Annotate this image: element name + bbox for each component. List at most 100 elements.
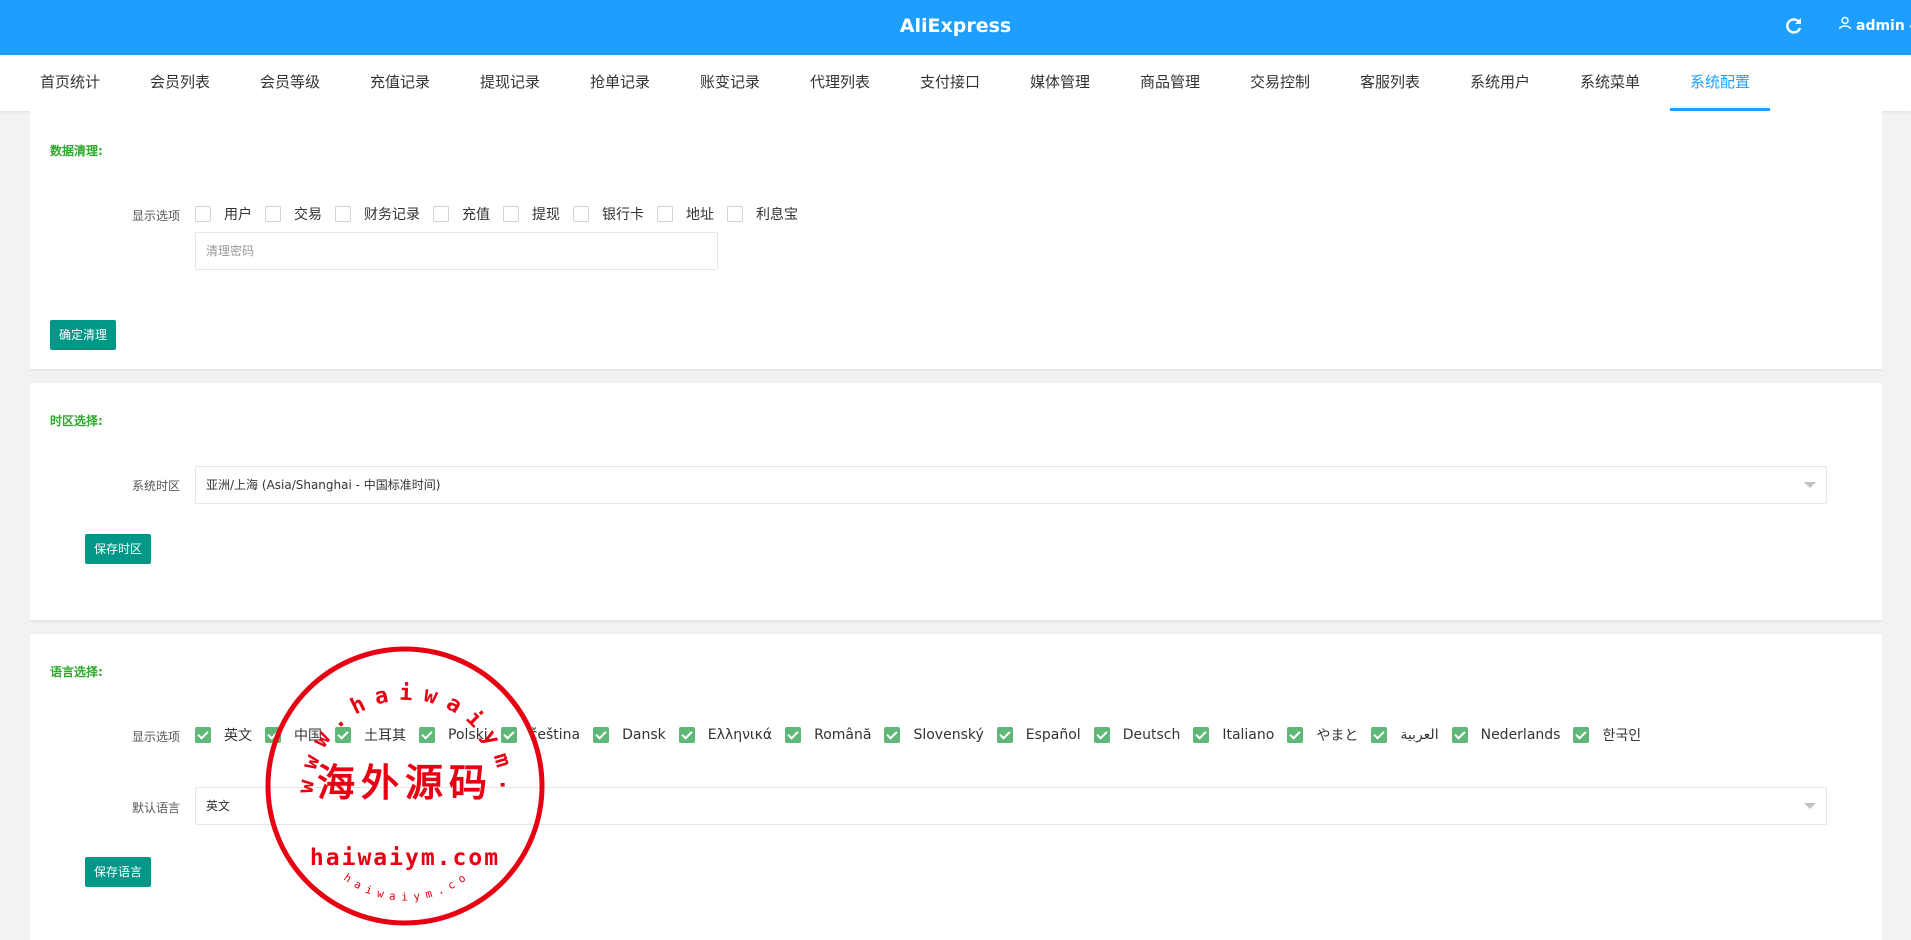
checkbox-box	[884, 727, 901, 743]
checkbox-label: Nederlands	[1480, 727, 1561, 743]
checkbox-box	[593, 727, 610, 743]
refresh-icon[interactable]	[1782, 14, 1806, 38]
checkbox-label: 银行卡	[602, 207, 644, 223]
confirm-clear-button[interactable]: 确定清理	[50, 320, 117, 350]
checkbox-label: 提现	[532, 207, 560, 223]
app-title: AliExpress	[899, 15, 1012, 37]
timezone-value: 亚洲/上海 (Asia/Shanghai - 中国标准时间)	[206, 478, 441, 492]
watermark-stamp: www.haiwaiym.com 海外源码 haiwaiym.com haiwa…	[251, 625, 547, 928]
user-menu[interactable]: admin	[1838, 0, 1911, 52]
checkbox-finance[interactable]: 财务记录	[335, 204, 420, 224]
checkbox-recharge[interactable]: 充值	[433, 204, 490, 224]
checkbox-label: 英文	[224, 728, 252, 744]
checkbox-label: Italiano	[1222, 727, 1275, 743]
checkbox-lang-nl[interactable]: Nederlands	[1451, 727, 1561, 743]
checkbox-label: Deutsch	[1122, 727, 1181, 743]
tab-system-users[interactable]: 系统用户	[1445, 55, 1555, 109]
checkbox-label: 用户	[224, 207, 252, 223]
checkbox-box	[1451, 727, 1468, 743]
checkbox-lang-da[interactable]: Dansk	[593, 727, 666, 743]
clear-password-input[interactable]: 清理密码	[195, 232, 718, 270]
checkbox-label: 交易	[294, 207, 322, 223]
checkbox-label: 充值	[462, 207, 490, 223]
checkbox-lang-it[interactable]: Italiano	[1193, 727, 1274, 743]
checkbox-label: 한국인	[1602, 728, 1642, 744]
timezone-label: 系统时区	[131, 479, 180, 493]
checkbox-lang-es[interactable]: Español	[996, 727, 1081, 743]
checkbox-box	[503, 206, 519, 222]
checkbox-lang-ro[interactable]: Română	[785, 727, 871, 743]
checkbox-lang-de[interactable]: Deutsch	[1093, 727, 1181, 743]
checkbox-label: やまと	[1316, 728, 1359, 744]
tab-customer-service[interactable]: 客服列表	[1335, 55, 1445, 109]
checkbox-label: Español	[1025, 727, 1081, 743]
watermark-center-text: 海外源码	[317, 760, 493, 805]
checkbox-box	[573, 206, 589, 222]
checkbox-lang-ja[interactable]: やまと	[1287, 725, 1358, 745]
checkbox-label: Slovenský	[913, 727, 984, 743]
checkbox-box	[1371, 727, 1388, 743]
watermark-bottom-text: haiwaiym.com	[310, 845, 500, 871]
timezone-select[interactable]: 亚洲/上海 (Asia/Shanghai - 中国标准时间)	[195, 466, 1827, 504]
checkbox-label: Ελληνικά	[707, 727, 773, 743]
checkbox-box	[1287, 727, 1304, 743]
checkbox-withdraw[interactable]: 提现	[503, 204, 560, 224]
data-clear-title: 数据清理:	[50, 144, 103, 158]
tab-agents[interactable]: 代理列表	[785, 55, 895, 109]
checkbox-user[interactable]: 用户	[195, 204, 252, 224]
checkbox-lang-sk[interactable]: Slovenský	[884, 727, 984, 743]
checkbox-trade[interactable]: 交易	[265, 204, 322, 224]
checkbox-box	[1573, 727, 1590, 743]
chevron-down-icon	[1804, 482, 1816, 488]
data-clear-options-label: 显示选项	[131, 209, 180, 223]
top-header: AliExpress admin	[0, 0, 1911, 55]
checkbox-lang-ar[interactable]: العربية	[1371, 727, 1439, 743]
checkbox-label: 利息宝	[756, 207, 798, 223]
checkbox-label: Dansk	[622, 727, 666, 743]
tab-products[interactable]: 商品管理	[1115, 55, 1225, 109]
user-name: admin	[1856, 18, 1905, 34]
tab-member-levels[interactable]: 会员等级	[235, 55, 345, 109]
checkbox-box	[1193, 727, 1210, 743]
checkbox-lang-ko[interactable]: 한국인	[1573, 725, 1641, 745]
tab-members[interactable]: 会员列表	[125, 55, 235, 109]
tab-system-menu[interactable]: 系统菜单	[1555, 55, 1665, 109]
tab-recharge-records[interactable]: 充值记录	[345, 55, 455, 109]
language-options-label: 显示选项	[131, 730, 180, 744]
checkbox-bank-card[interactable]: 银行卡	[573, 204, 644, 224]
tab-media[interactable]: 媒体管理	[1005, 55, 1115, 109]
tab-grab-orders[interactable]: 抢单记录	[565, 55, 675, 109]
checkbox-interest[interactable]: 利息宝	[727, 204, 798, 224]
checkbox-box	[195, 727, 211, 743]
checkbox-lang-en[interactable]: 英文	[195, 725, 252, 745]
tab-dashboard[interactable]: 首页统计	[15, 55, 125, 109]
user-icon	[1838, 0, 1852, 52]
checkbox-label: العربية	[1400, 727, 1439, 743]
checkbox-lang-el[interactable]: Ελληνικά	[678, 727, 773, 743]
tab-trade-control[interactable]: 交易控制	[1225, 55, 1335, 109]
data-clear-card: 数据清理: 显示选项 用户 交易 财务记录 充值 提现 银行卡 地址 利息宝 清…	[30, 111, 1882, 371]
checkbox-label: Română	[814, 727, 872, 743]
tab-system-config[interactable]: 系统配置	[1670, 55, 1770, 111]
save-timezone-button[interactable]: 保存时区	[85, 534, 152, 564]
tab-balance-changes[interactable]: 账变记录	[675, 55, 785, 109]
checkbox-label: 地址	[686, 207, 714, 223]
default-language-value: 英文	[206, 799, 231, 813]
chevron-down-icon	[1804, 803, 1816, 809]
checkbox-box	[433, 206, 449, 222]
checkbox-box	[657, 206, 673, 222]
checkbox-box	[996, 727, 1013, 743]
checkbox-box	[727, 206, 743, 222]
checkbox-box	[195, 206, 211, 222]
save-language-button[interactable]: 保存语言	[85, 857, 152, 887]
tab-payment[interactable]: 支付接口	[895, 55, 1005, 109]
checkbox-box	[785, 727, 802, 743]
data-clear-options: 用户 交易 财务记录 充值 提现 银行卡 地址 利息宝	[195, 204, 811, 224]
watermark-seal: www.haiwaiym.com 海外源码 haiwaiym.com haiwa…	[251, 625, 545, 926]
checkbox-box	[678, 727, 695, 743]
tab-withdraw-records[interactable]: 提现记录	[455, 55, 565, 109]
language-title: 语言选择:	[50, 665, 103, 679]
checkbox-box	[1093, 727, 1110, 743]
checkbox-address[interactable]: 地址	[657, 204, 714, 224]
checkbox-label: 财务记录	[364, 207, 420, 223]
